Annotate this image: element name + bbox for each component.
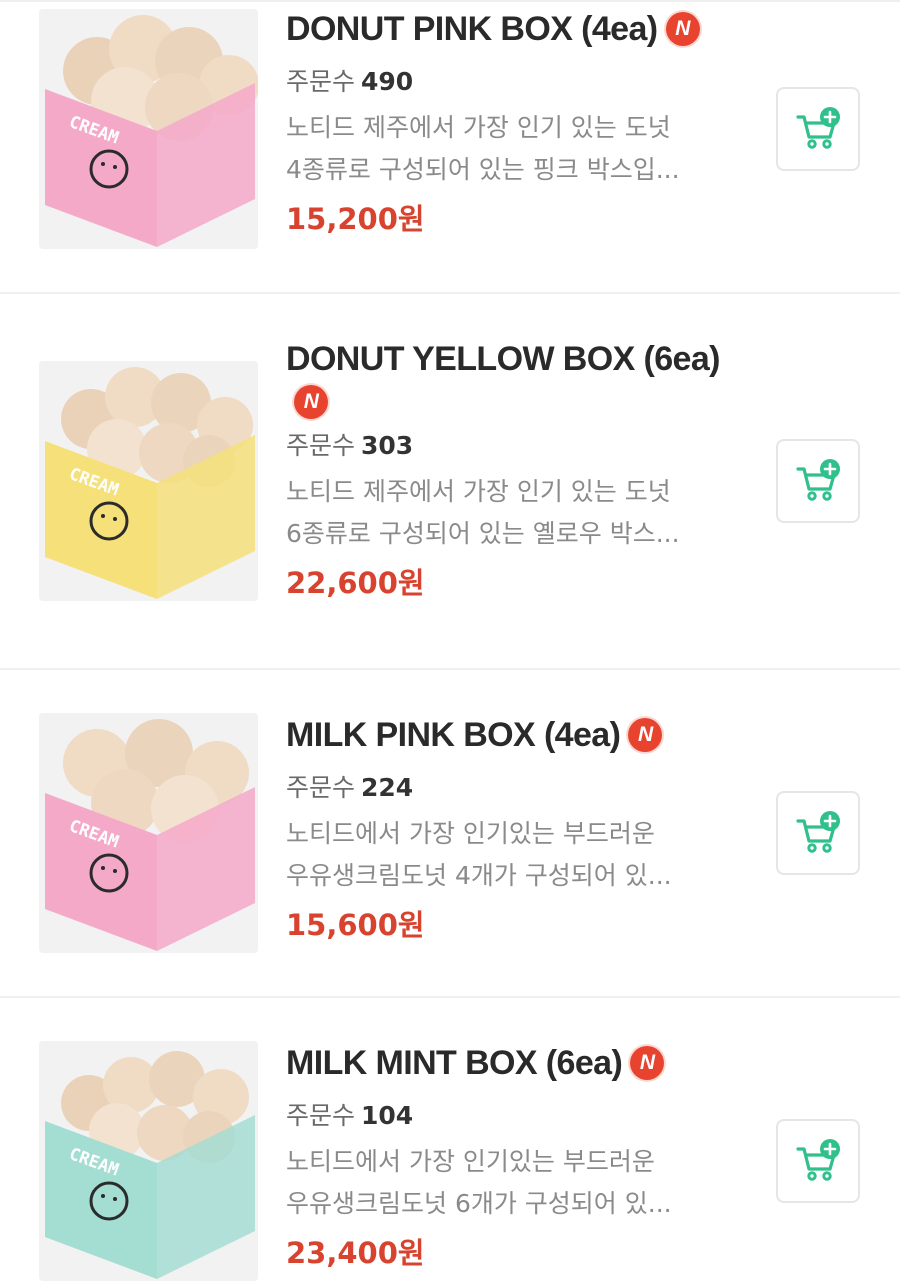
- order-count: 주문수 303: [286, 431, 414, 461]
- cart-add-icon: [796, 459, 840, 501]
- product-title[interactable]: DONUT YELLOW BOX (6ea) N: [286, 337, 746, 420]
- new-badge-icon: N: [665, 12, 700, 47]
- product-price: 15,600원: [286, 908, 425, 943]
- top-divider: [0, 0, 900, 2]
- new-badge-icon: N: [630, 1046, 665, 1081]
- new-badge-icon: N: [628, 718, 663, 753]
- order-count: 주문수 224: [286, 773, 414, 803]
- product-image[interactable]: CREAM: [39, 9, 258, 249]
- product-image[interactable]: CREAM: [39, 1041, 258, 1281]
- product-description: 노티드 제주에서 가장 인기 있는 도넛 4종류로 구성되어 있는 핑크 박스입…: [286, 113, 680, 185]
- cart-add-icon: [796, 1139, 840, 1181]
- divider: [0, 996, 900, 998]
- add-to-cart-button[interactable]: [776, 791, 860, 875]
- product-price: 23,400원: [286, 1236, 425, 1271]
- product-price: 22,600원: [286, 566, 425, 601]
- add-to-cart-button[interactable]: [776, 1119, 860, 1203]
- new-badge-icon: N: [294, 385, 328, 420]
- product-image[interactable]: CREAM: [39, 713, 258, 953]
- donut-box-illustration: CREAM: [39, 9, 258, 249]
- product-title[interactable]: DONUT PINK BOX (4ea) N: [286, 7, 746, 49]
- add-to-cart-button[interactable]: [776, 87, 860, 171]
- product-description: 노티드 제주에서 가장 인기 있는 도넛 6종류로 구성되어 있는 옐로우 박스…: [286, 477, 680, 549]
- cart-add-icon: [796, 811, 840, 853]
- donut-box-illustration: CREAM: [39, 361, 258, 601]
- product-description: 노티드에서 가장 인기있는 부드러운 우유생크림도넛 6개가 구성되어 있...: [286, 1147, 672, 1219]
- divider: [0, 292, 900, 294]
- cart-add-icon: [796, 107, 840, 149]
- divider: [0, 668, 900, 670]
- add-to-cart-button[interactable]: [776, 439, 860, 523]
- product-title[interactable]: MILK MINT BOX (6ea) N: [286, 1041, 746, 1083]
- donut-box-illustration: CREAM: [39, 713, 258, 953]
- order-count: 주문수 490: [286, 67, 414, 97]
- product-image[interactable]: CREAM: [39, 361, 258, 601]
- product-title[interactable]: MILK PINK BOX (4ea) N: [286, 713, 746, 755]
- product-description: 노티드에서 가장 인기있는 부드러운 우유생크림도넛 4개가 구성되어 있...: [286, 819, 672, 891]
- donut-box-illustration: CREAM: [39, 1041, 258, 1281]
- order-count: 주문수 104: [286, 1101, 414, 1131]
- product-price: 15,200원: [286, 202, 425, 237]
